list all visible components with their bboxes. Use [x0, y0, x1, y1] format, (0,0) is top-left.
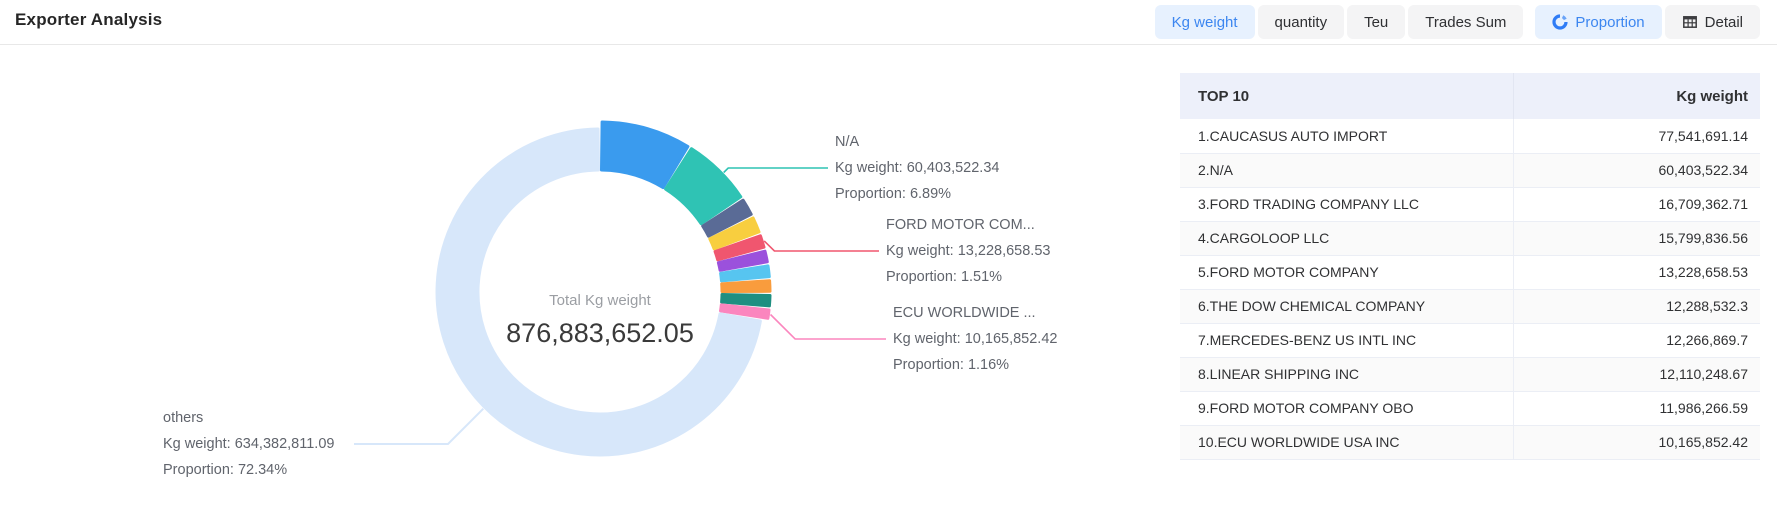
callout-line2: Proportion: 1.16%	[893, 352, 1057, 378]
kg-weight-cell: 60,403,522.34	[1513, 153, 1760, 187]
exporter-name-cell: 3.FORD TRADING COMPANY LLC	[1180, 187, 1513, 221]
pie-callout-n-a: N/AKg weight: 60,403,522.34Proportion: 6…	[835, 129, 999, 207]
kg-weight-cell: 12,110,248.67	[1513, 357, 1760, 391]
total-value: 876,883,652.05	[450, 317, 750, 349]
exporter-name-cell: 1.CAUCASUS AUTO IMPORT	[1180, 119, 1513, 153]
tab-trades-sum[interactable]: Trades Sum	[1408, 5, 1523, 39]
table-row[interactable]: 6.THE DOW CHEMICAL COMPANY12,288,532.3	[1180, 289, 1760, 323]
view-tab-group: Proportion Detail	[1535, 5, 1760, 39]
callout-title: others	[163, 405, 334, 431]
exporter-name-cell: 10.ECU WORLDWIDE USA INC	[1180, 425, 1513, 459]
tab-proportion[interactable]: Proportion	[1535, 5, 1661, 39]
exporter-name-cell: 8.LINEAR SHIPPING INC	[1180, 357, 1513, 391]
pie-leader-line	[771, 315, 887, 340]
kg-weight-cell: 12,288,532.3	[1513, 289, 1760, 323]
kg-weight-cell: 13,228,658.53	[1513, 255, 1760, 289]
proportion-chart: Total Kg weight 876,883,652.05 N/AKg wei…	[0, 45, 1080, 517]
callout-title: N/A	[835, 129, 999, 155]
tab-kg-weight[interactable]: Kg weight	[1155, 5, 1255, 39]
exporter-name-cell: 5.FORD MOTOR COMPANY	[1180, 255, 1513, 289]
total-label: Total Kg weight	[450, 291, 750, 311]
pie-leader-line	[354, 409, 483, 444]
kg-weight-cell: 12,266,869.7	[1513, 323, 1760, 357]
kg-weight-cell: 15,799,836.56	[1513, 221, 1760, 255]
col-header-top10: TOP 10	[1180, 73, 1513, 119]
pie-leader-line	[764, 241, 879, 251]
callout-line2: Proportion: 72.34%	[163, 457, 334, 483]
callout-line2: Proportion: 6.89%	[835, 181, 999, 207]
table-row[interactable]: 4.CARGOLOOP LLC15,799,836.56	[1180, 221, 1760, 255]
page-title: Exporter Analysis	[15, 10, 162, 30]
callout-line1: Kg weight: 60,403,522.34	[835, 155, 999, 181]
callout-line2: Proportion: 1.51%	[886, 264, 1050, 290]
table-row[interactable]: 3.FORD TRADING COMPANY LLC16,709,362.71	[1180, 187, 1760, 221]
kg-weight-cell: 10,165,852.42	[1513, 425, 1760, 459]
table-row[interactable]: 2.N/A60,403,522.34	[1180, 153, 1760, 187]
callout-line1: Kg weight: 13,228,658.53	[886, 238, 1050, 264]
tab-label: Proportion	[1575, 14, 1644, 31]
page-header: Exporter Analysis Kg weightquantityTeuTr…	[0, 0, 1777, 45]
callout-line1: Kg weight: 634,382,811.09	[163, 431, 334, 457]
pie-callout-ecu-worldwide: ECU WORLDWIDE ...Kg weight: 10,165,852.4…	[893, 300, 1057, 378]
table-header-row: TOP 10 Kg weight	[1180, 73, 1760, 119]
pie-leader-line	[724, 168, 828, 173]
tab-label: Detail	[1705, 14, 1743, 31]
table-row[interactable]: 7.MERCEDES-BENZ US INTL INC12,266,869.7	[1180, 323, 1760, 357]
pie-callout-others: othersKg weight: 634,382,811.09Proportio…	[163, 405, 334, 483]
metric-tab-group: Kg weightquantityTeuTrades Sum	[1155, 5, 1524, 39]
kg-weight-cell: 16,709,362.71	[1513, 187, 1760, 221]
table-row[interactable]: 8.LINEAR SHIPPING INC12,110,248.67	[1180, 357, 1760, 391]
exporter-name-cell: 6.THE DOW CHEMICAL COMPANY	[1180, 289, 1513, 323]
callout-line1: Kg weight: 10,165,852.42	[893, 326, 1057, 352]
kg-weight-cell: 77,541,691.14	[1513, 119, 1760, 153]
exporter-name-cell: 7.MERCEDES-BENZ US INTL INC	[1180, 323, 1513, 357]
tab-quantity[interactable]: quantity	[1258, 5, 1345, 39]
exporter-name-cell: 9.FORD MOTOR COMPANY OBO	[1180, 391, 1513, 425]
table-icon	[1682, 14, 1698, 30]
donut-chart-icon	[1552, 14, 1568, 30]
chart-center: Total Kg weight 876,883,652.05	[450, 291, 750, 349]
kg-weight-cell: 11,986,266.59	[1513, 391, 1760, 425]
callout-title: FORD MOTOR COM...	[886, 212, 1050, 238]
pie-callout-ford-motor-com: FORD MOTOR COM...Kg weight: 13,228,658.5…	[886, 212, 1050, 290]
col-header-kg-weight: Kg weight	[1513, 73, 1760, 119]
tab-detail[interactable]: Detail	[1665, 5, 1760, 39]
callout-title: ECU WORLDWIDE ...	[893, 300, 1057, 326]
toolbar: Kg weightquantityTeuTrades Sum Proportio…	[1155, 5, 1760, 39]
table-row[interactable]: 1.CAUCASUS AUTO IMPORT77,541,691.14	[1180, 119, 1760, 153]
table-row[interactable]: 10.ECU WORLDWIDE USA INC10,165,852.42	[1180, 425, 1760, 459]
table-row[interactable]: 9.FORD MOTOR COMPANY OBO11,986,266.59	[1180, 391, 1760, 425]
pie-slice-linear-shipping-inc[interactable]	[722, 281, 770, 292]
table-row[interactable]: 5.FORD MOTOR COMPANY13,228,658.53	[1180, 255, 1760, 289]
exporter-name-cell: 2.N/A	[1180, 153, 1513, 187]
tab-teu[interactable]: Teu	[1347, 5, 1405, 39]
exporter-name-cell: 4.CARGOLOOP LLC	[1180, 221, 1513, 255]
top10-table: TOP 10 Kg weight 1.CAUCASUS AUTO IMPORT7…	[1180, 73, 1760, 460]
